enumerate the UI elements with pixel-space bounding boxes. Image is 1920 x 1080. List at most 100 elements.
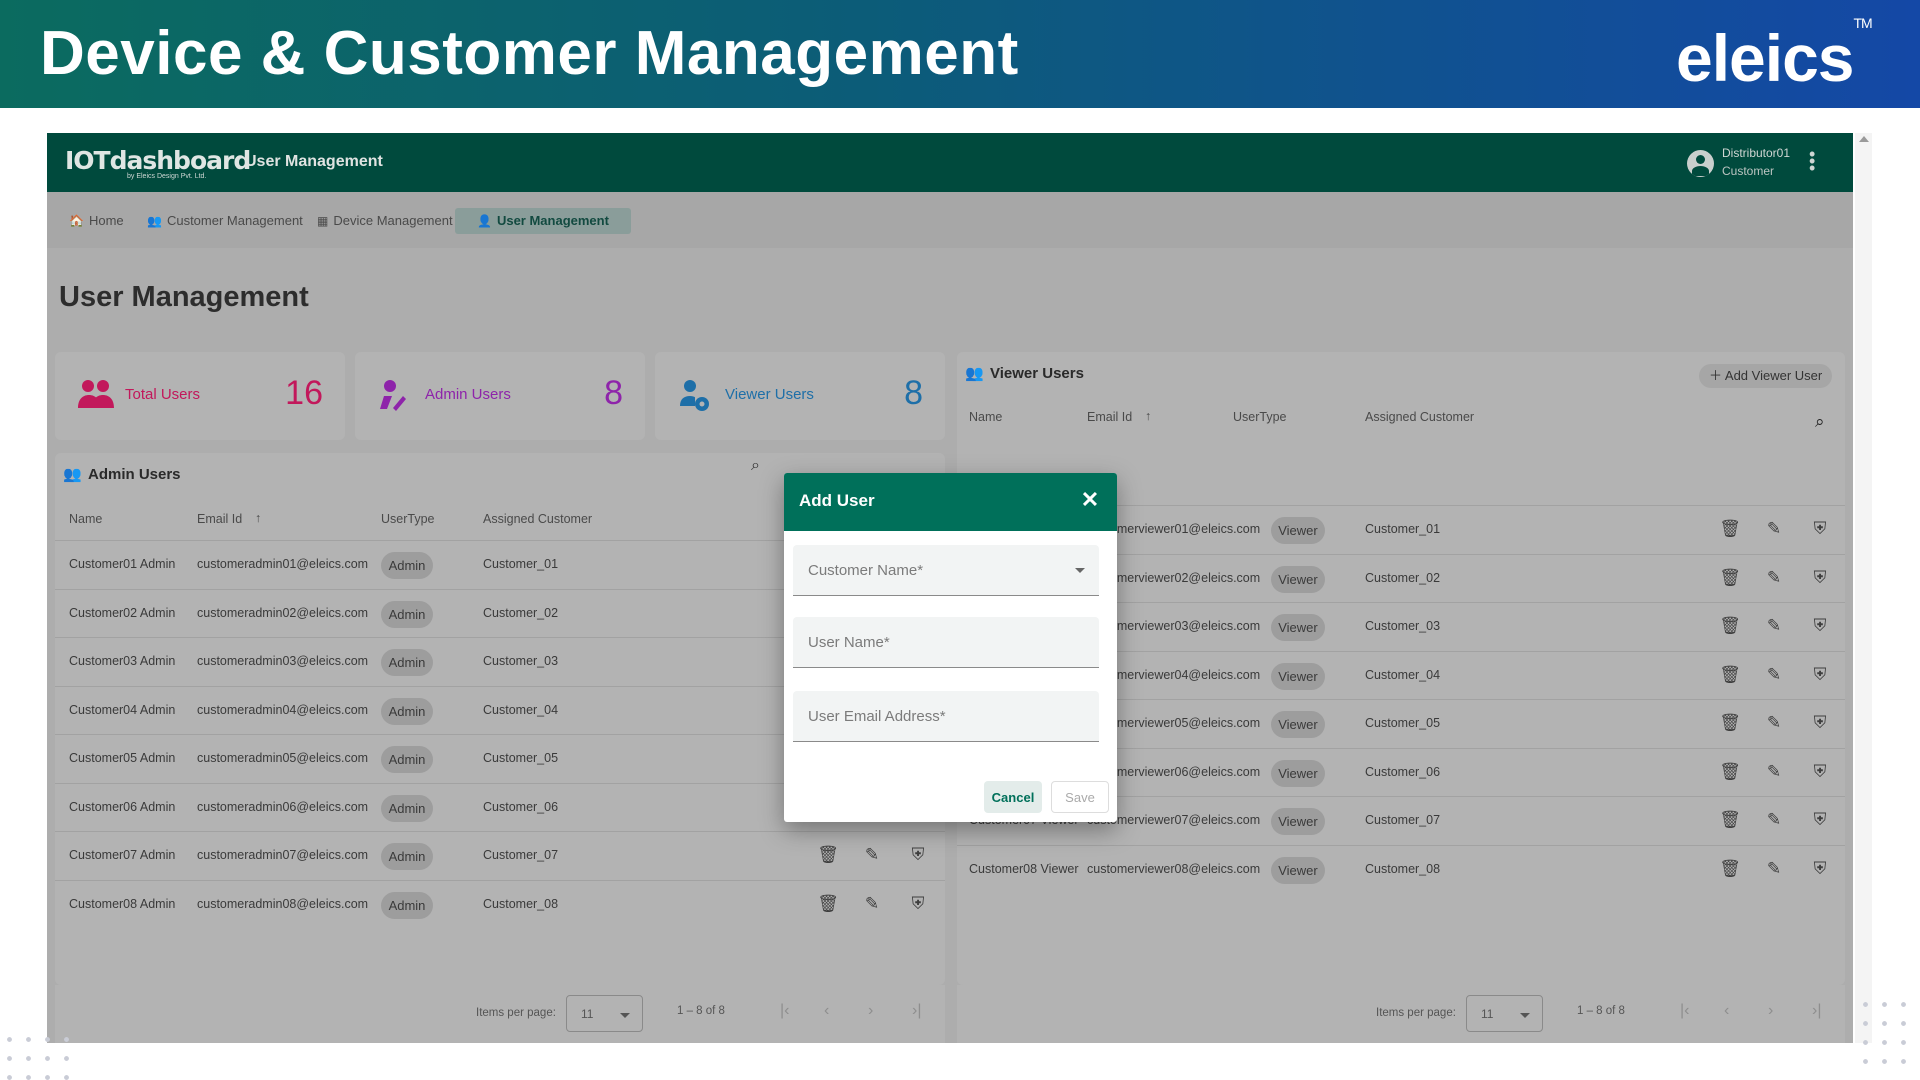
edit-icon[interactable]: ✎ (1763, 615, 1785, 637)
delete-icon[interactable]: 🗑 (1719, 761, 1741, 783)
edit-icon[interactable]: ✎ (1763, 518, 1785, 540)
delete-icon[interactable]: 🗑 (1719, 567, 1741, 589)
shield-reset-icon[interactable]: ⛨ (1809, 712, 1831, 734)
delete-icon[interactable]: 🗑 (1719, 858, 1741, 880)
next-page-icon[interactable]: › (1768, 1002, 1773, 1020)
column-header-assigned-customer[interactable]: Assigned Customer (1365, 410, 1474, 424)
last-page-icon[interactable]: ›| (1812, 1002, 1821, 1020)
scroll-up-icon[interactable] (1859, 136, 1869, 142)
column-header-email-id[interactable]: Email Id (197, 512, 242, 526)
add-viewer-user-button[interactable]: ＋ Add Viewer User (1699, 364, 1833, 388)
cell-email: customeradmin08@eleics.com (197, 896, 369, 911)
user-email-input[interactable] (793, 691, 1099, 741)
cell-name: Customer02 Admin (69, 605, 176, 620)
delete-icon[interactable]: 🗑 (1719, 809, 1741, 831)
shield-reset-icon[interactable]: ⛨ (907, 844, 929, 866)
shield-reset-icon[interactable]: ⛨ (1809, 664, 1831, 686)
delete-icon[interactable]: 🗑 (1719, 615, 1741, 637)
column-header-email-id[interactable]: Email Id (1087, 410, 1132, 424)
first-page-icon[interactable]: |‹ (780, 1002, 789, 1020)
brand-logo[interactable]: IOTdashboard (65, 146, 251, 175)
save-button[interactable]: Save (1051, 781, 1109, 813)
edit-icon[interactable]: ✎ (861, 893, 883, 915)
edit-icon[interactable]: ✎ (861, 844, 883, 866)
shield-reset-icon[interactable]: ⛨ (1809, 518, 1831, 540)
edit-icon[interactable]: ✎ (1763, 712, 1785, 734)
stat-value: 8 (904, 374, 923, 412)
cell-assigned-customer: Customer_03 (483, 654, 559, 668)
cell-assigned-customer: Customer_07 (483, 848, 559, 862)
scrollbar[interactable] (1855, 133, 1872, 1043)
viewer-user-icon (677, 378, 715, 412)
nav-label: Device Management (333, 213, 453, 228)
cancel-button[interactable]: Cancel (984, 781, 1042, 813)
user-name-field[interactable] (793, 617, 1099, 668)
close-icon[interactable]: ✕ (1077, 487, 1103, 515)
edit-icon[interactable]: ✎ (1763, 809, 1785, 831)
shield-reset-icon[interactable]: ⛨ (1809, 615, 1831, 637)
nav-item-customer-management[interactable]: 👥 Customer Management (139, 208, 311, 234)
dashboard-icon: ▦ (317, 214, 329, 228)
search-icon[interactable]: ⌕ (1815, 412, 1825, 432)
cell-email: customeradmin03@eleics.com (197, 654, 369, 668)
sort-arrow-up-icon[interactable]: ↑ (1145, 409, 1151, 423)
cell-email: customeradmin01@eleics.com (197, 557, 369, 571)
usertype-badge: Admin (381, 697, 433, 725)
last-page-icon[interactable]: ›| (912, 1002, 921, 1020)
delete-icon[interactable]: 🗑 (817, 893, 839, 915)
sort-arrow-up-icon[interactable]: ↑ (255, 511, 261, 525)
items-per-page-select[interactable]: 11 (1466, 995, 1543, 1032)
edit-icon[interactable]: ✎ (1763, 664, 1785, 686)
header-title: User Management (245, 153, 383, 170)
cell-name: Customer04 Admin (69, 702, 176, 717)
more-vert-icon[interactable]: • • • (1809, 145, 1815, 177)
page-range: 1 – 8 of 8 (1577, 1005, 1625, 1017)
column-header-usertype[interactable]: UserType (1233, 410, 1287, 424)
delete-icon[interactable]: 🗑 (1719, 712, 1741, 734)
delete-icon[interactable]: 🗑 (817, 844, 839, 866)
page-range: 1 – 8 of 8 (677, 1005, 725, 1017)
column-header-usertype[interactable]: UserType (381, 512, 435, 526)
group-icon: 👥 (965, 365, 984, 382)
edit-icon[interactable]: ✎ (1763, 858, 1785, 880)
nav-item-user-management[interactable]: 👤 User Management (455, 208, 631, 234)
delete-icon[interactable]: 🗑 (1719, 518, 1741, 540)
column-header-name[interactable]: Name (69, 512, 102, 526)
edit-icon[interactable]: ✎ (1763, 761, 1785, 783)
first-page-icon[interactable]: |‹ (1680, 1002, 1689, 1020)
user-name-input[interactable] (793, 617, 1099, 667)
cell-assigned-customer: Customer_02 (483, 605, 559, 620)
shield-reset-icon[interactable]: ⛨ (1809, 761, 1831, 783)
user-email-field[interactable] (793, 691, 1099, 742)
nav-item-home[interactable]: 🏠 Home (61, 208, 132, 234)
cell-name: Customer06 Admin (69, 799, 176, 814)
previous-page-icon[interactable]: ‹ (1724, 1002, 1729, 1020)
previous-page-icon[interactable]: ‹ (824, 1002, 829, 1020)
shield-reset-icon[interactable]: ⛨ (907, 893, 929, 915)
items-per-page-select[interactable]: 11 (566, 995, 643, 1032)
home-icon: 🏠 (69, 214, 84, 228)
decorative-dots (0, 1030, 70, 1080)
stat-value: 16 (285, 374, 323, 412)
nav-item-device-management[interactable]: ▦ Device Management (309, 208, 461, 234)
shield-reset-icon[interactable]: ⛨ (1809, 567, 1831, 589)
next-page-icon[interactable]: › (868, 1002, 873, 1020)
nav-bar: 🏠 Home 👥 Customer Management ▦ Device Managem… (47, 192, 1853, 248)
column-header-name[interactable]: Name (969, 410, 1002, 424)
account-icon[interactable] (1687, 150, 1714, 177)
usertype-badge: Admin (381, 843, 433, 870)
delete-icon[interactable]: 🗑 (1719, 664, 1741, 686)
shield-reset-icon[interactable]: ⛨ (1809, 809, 1831, 831)
edit-icon[interactable]: ✎ (1763, 567, 1785, 589)
add-viewer-label: Add Viewer User (1724, 368, 1823, 383)
column-header-assigned-customer[interactable]: Assigned Customer (483, 512, 592, 526)
brand-subtitle: by Eleics Design Pvt. Ltd. (127, 173, 207, 180)
cell-assigned-customer: Customer_04 (1365, 667, 1441, 682)
search-icon[interactable]: ⌕ (751, 457, 760, 475)
shield-reset-icon[interactable]: ⛨ (1809, 858, 1831, 880)
nav-label: User Management (496, 213, 609, 228)
customer-name-select[interactable] (793, 545, 1099, 596)
dialog-title: Add User (799, 491, 875, 510)
customer-name-input[interactable] (793, 545, 1099, 595)
user-role: Customer (1722, 164, 1775, 178)
